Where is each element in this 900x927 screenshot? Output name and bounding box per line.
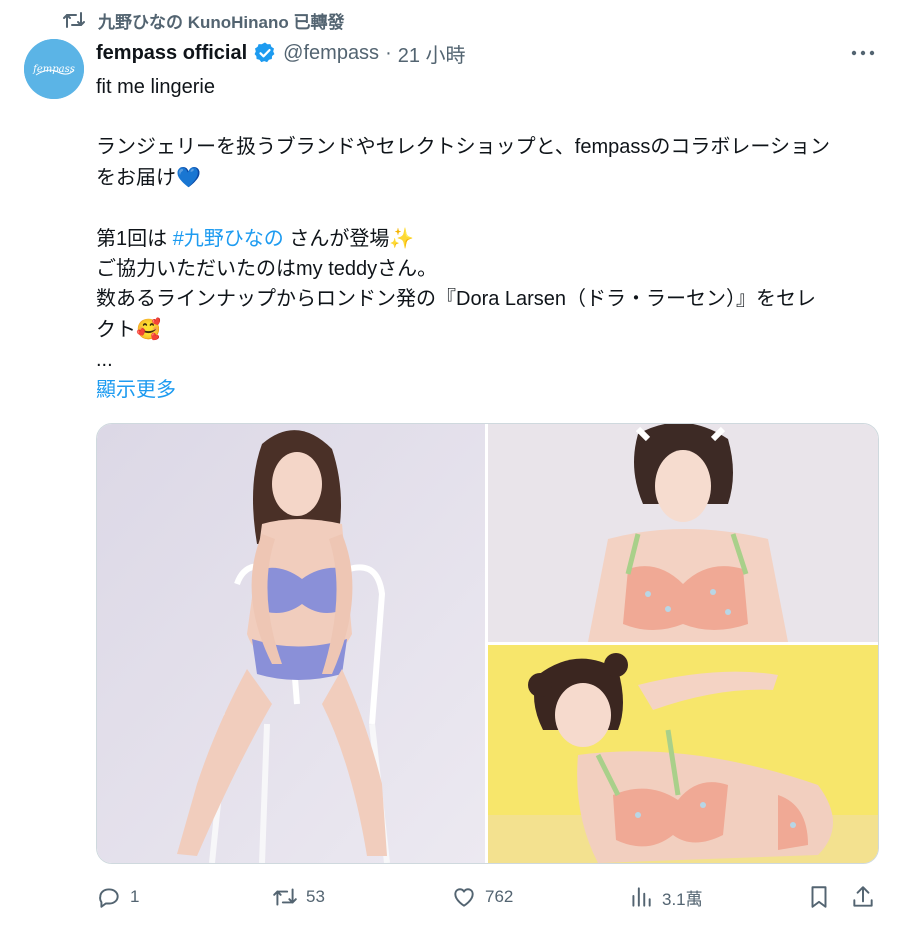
photo-3[interactable]	[488, 645, 878, 863]
ellipsis: ...	[96, 349, 113, 371]
bookmark-button[interactable]	[806, 878, 840, 916]
separator-dot: ·	[385, 41, 392, 64]
retweet-text[interactable]: 九野ひなの KunoHinano 已轉發	[98, 8, 344, 33]
like-button[interactable]: 762	[451, 878, 513, 916]
smiling-hearts-emoji: 🥰	[136, 317, 161, 341]
tweet-actions: 1 53 762 3.1萬	[96, 878, 886, 916]
tweet-line: fit me lingerie	[96, 76, 215, 98]
verified-badge-icon[interactable]	[253, 41, 277, 65]
reply-button[interactable]: 1	[96, 878, 139, 916]
media-grid	[96, 423, 879, 864]
sparkles-emoji: ✨	[389, 226, 415, 250]
photo-2[interactable]	[488, 424, 878, 642]
tweet-line: クト🥰	[96, 317, 161, 341]
tweet-line: ランジェリーを扱うブランドやセレクトショップと、fempassのコラボレーション	[96, 136, 830, 158]
avatar-logo-text: fempass	[32, 64, 75, 75]
tweet-line: 第1回は #九野ひなの さんが登場✨	[96, 226, 415, 250]
show-more-link[interactable]: 顯示更多	[96, 375, 886, 405]
tweet-line: ご協力いただいたのはmy teddyさん。	[96, 258, 438, 280]
retweet-count: 53	[306, 887, 325, 906]
display-name[interactable]: fempass official	[96, 42, 247, 65]
retweet-icon	[63, 12, 85, 28]
tweet-header: fempass official @fempass · 21 小時	[96, 38, 466, 68]
views-chart-icon	[632, 887, 651, 907]
view-count: 3.1萬	[662, 889, 703, 909]
handle[interactable]: @fempass	[283, 42, 379, 65]
avatar[interactable]: fempass	[24, 39, 84, 99]
reply-icon	[99, 888, 119, 908]
blue-heart-emoji: 💙	[176, 165, 201, 189]
photo-1[interactable]	[97, 424, 485, 863]
share-icon	[853, 886, 873, 907]
like-count: 762	[485, 887, 514, 906]
heart-icon	[454, 888, 474, 907]
tweet-line: 数あるラインナップからロンドン発の『Dora Larsen（ドラ・ラーセン）』を…	[96, 288, 817, 310]
bookmark-icon	[811, 886, 827, 908]
retweet-icon	[273, 888, 297, 906]
timestamp[interactable]: 21 小時	[398, 39, 466, 68]
retweet-button[interactable]: 53	[272, 878, 325, 916]
tweet-text: fit me lingerie ランジェリーを扱うブランドやセレクトショップと、…	[96, 72, 886, 405]
retweet-indicator[interactable]: 九野ひなの KunoHinano 已轉發	[62, 8, 344, 32]
more-options-icon[interactable]	[848, 40, 878, 66]
hashtag-link[interactable]: #九野ひなの	[173, 228, 284, 250]
reply-count: 1	[130, 887, 140, 906]
views-button[interactable]: 3.1萬	[628, 878, 703, 916]
tweet-line: をお届け💙	[96, 165, 201, 189]
share-button[interactable]	[850, 878, 884, 916]
